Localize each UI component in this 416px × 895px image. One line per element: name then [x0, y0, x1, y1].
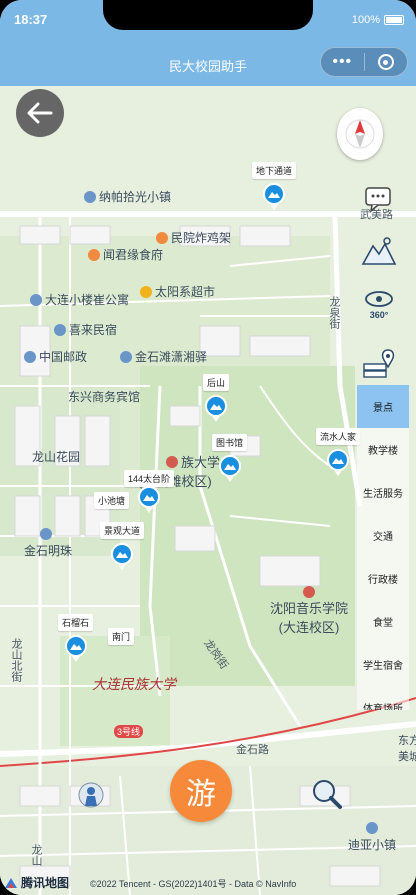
poi-dongxing[interactable]: 东兴商务宾馆	[68, 388, 140, 405]
terrain-tool-button[interactable]	[360, 232, 398, 270]
mountain-icon	[138, 486, 160, 513]
tab-sports[interactable]: 体育场所	[357, 686, 409, 710]
school-icon	[166, 455, 178, 468]
map-copyright: ©2022 Tencent - GS(2022)1401号 - Data © N…	[90, 879, 297, 889]
campus-sign: 大连民族大学	[92, 677, 176, 693]
poi-youzheng[interactable]: 中国邮政	[24, 348, 87, 365]
phone-screen: 纳帕拾光小镇 闻君缘食府 民院炸鸡架 太阳系超市 大连小楼崔公寓 喜来民宿 中国…	[0, 0, 416, 895]
notch	[103, 0, 313, 30]
marker-liushui[interactable]: 流水人家	[316, 428, 361, 476]
search-button[interactable]	[310, 777, 344, 811]
tab-life-service[interactable]: 生活服务	[357, 471, 409, 514]
more-menu-button[interactable]: •••	[321, 47, 364, 77]
poi-jinshi-mingzhu[interactable]: 金石明珠	[24, 528, 72, 559]
arrow-left-icon	[27, 102, 53, 124]
mountain-icon	[205, 395, 227, 422]
poi-dalian[interactable]: 大连小楼崔公寓	[30, 291, 129, 308]
poi-nabo[interactable]: 纳帕拾光小镇	[84, 188, 171, 205]
road-label-longshan-left: 龙山	[30, 844, 42, 866]
road-label-jinshi: 金石路	[236, 744, 269, 756]
place-icon	[84, 190, 96, 203]
locate-me-button[interactable]	[74, 780, 108, 814]
mountain-icon	[327, 449, 349, 476]
category-tabs: 景点 教学楼 生活服务 交通 行政楼 食堂 学生宿舍 体育场所	[357, 385, 409, 710]
place-icon	[366, 822, 378, 834]
close-miniprogram-button[interactable]	[364, 54, 407, 70]
tab-admin[interactable]: 行政楼	[357, 557, 409, 600]
marker-library[interactable]: 图书馆	[212, 434, 248, 482]
poi-xilai[interactable]: 喜来民宿	[54, 321, 117, 338]
hotel-icon	[120, 350, 132, 363]
target-icon	[377, 54, 394, 70]
mountain-icon	[111, 543, 133, 570]
poi-longshan[interactable]: 龙山花园	[32, 448, 80, 465]
place-icon	[40, 528, 52, 540]
road-label-longquan: 龙泉街	[328, 296, 340, 329]
marker-garnet[interactable]: 石榴石	[58, 614, 94, 662]
restaurant-icon	[88, 248, 100, 261]
marker-houshan[interactable]: 后山	[203, 374, 230, 422]
mountain-icon	[263, 183, 285, 210]
poi-diya[interactable]: 迪亚小镇	[348, 822, 396, 853]
hotel-icon	[54, 323, 66, 336]
marker-144-steps[interactable]: 144太台阶	[124, 470, 175, 487]
compass-button[interactable]	[337, 108, 383, 160]
marker-south-gate[interactable]: 南门	[108, 628, 135, 645]
location-tool-button[interactable]	[360, 345, 398, 383]
marker-pond-pin[interactable]	[138, 486, 160, 513]
restaurant-icon	[156, 231, 168, 244]
marker-avenue[interactable]: 景观大道	[100, 522, 145, 570]
tab-scenic[interactable]: 景点	[357, 385, 409, 428]
panorama-icon	[365, 291, 393, 307]
tencent-map-logo: 腾讯地图	[4, 874, 69, 891]
poi-taiyang[interactable]: 太阳系超市	[140, 283, 215, 300]
chat-icon	[365, 187, 391, 213]
map-pin-icon	[363, 349, 395, 378]
marker-pond[interactable]: 小池塘	[94, 492, 130, 509]
tab-transport[interactable]: 交通	[357, 514, 409, 557]
poi-yinyue[interactable]: 沈阳音乐学院 (大连校区)	[270, 586, 348, 636]
panorama-360-button[interactable]: 360°	[360, 285, 398, 323]
mountain-icon	[218, 455, 241, 482]
back-button[interactable]	[16, 89, 64, 137]
shop-icon	[140, 285, 152, 298]
title-bar: 18:37 100% 民大校园助手 •••	[0, 0, 416, 86]
poi-meihu[interactable]: 美城	[398, 748, 416, 764]
school-icon	[303, 586, 315, 598]
tab-dormitory[interactable]: 学生宿舍	[357, 643, 409, 686]
tab-teaching[interactable]: 教学楼	[357, 428, 409, 471]
poi-dongfang[interactable]: 东方	[398, 732, 416, 748]
mountain-icon	[64, 635, 87, 662]
chat-tool-button[interactable]	[360, 180, 398, 218]
tab-canteen[interactable]: 食堂	[357, 600, 409, 643]
battery-icon	[384, 15, 404, 25]
road-label-metro: 3号线	[114, 725, 144, 738]
mountain-icon	[361, 237, 397, 265]
poi-wenjing[interactable]: 闻君缘食府	[88, 246, 163, 263]
search-icon	[313, 780, 342, 809]
person-locate-icon	[78, 782, 104, 808]
road-label-longshan-north: 龙山北街	[10, 638, 22, 682]
marker-underpass[interactable]: 地下通道	[252, 162, 297, 210]
tour-button[interactable]: 游	[170, 760, 232, 822]
poi-minyuan[interactable]: 民院炸鸡架	[156, 229, 231, 246]
hotel-icon	[30, 293, 42, 306]
poi-jinshi-tan[interactable]: 金石滩潇湘驿	[120, 348, 207, 365]
miniprogram-capsule: •••	[320, 47, 408, 77]
compass-icon	[345, 119, 375, 149]
tencent-map-icon	[5, 877, 17, 888]
status-time: 18:37	[14, 12, 48, 27]
status-battery: 100%	[352, 14, 404, 26]
mail-icon	[24, 350, 36, 363]
